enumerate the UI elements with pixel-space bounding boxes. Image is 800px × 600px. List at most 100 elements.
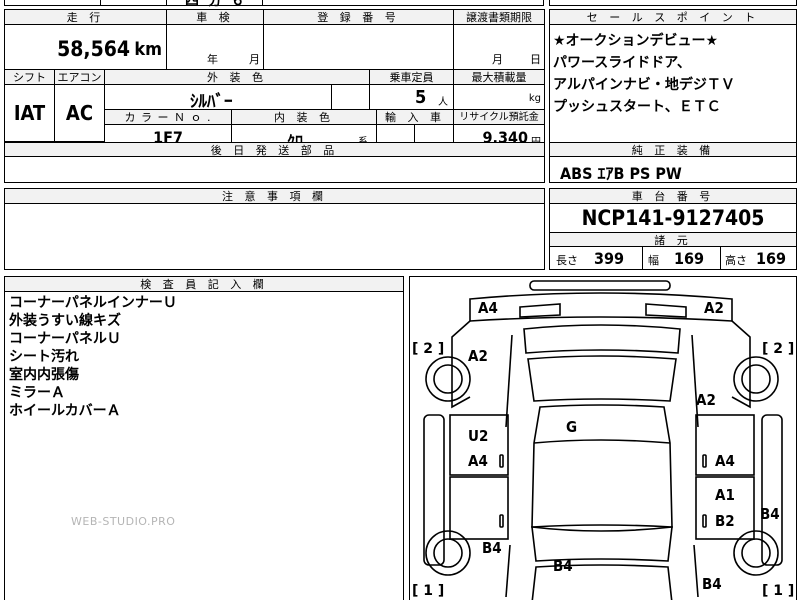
inspector-line: ミラーＡ xyxy=(9,385,65,401)
width-value: 169 xyxy=(674,249,705,268)
mileage-value: 58,564 xyxy=(57,37,130,61)
transfer-deadline-cell: 月 日 xyxy=(454,25,544,70)
capacity-value: 5 xyxy=(415,87,427,108)
damage-code: A4 xyxy=(468,452,488,470)
top-row-right-strip xyxy=(549,0,797,6)
max-load-header: 最大積載量 xyxy=(454,70,544,85)
a-pillar-left xyxy=(505,334,513,428)
mileage-unit: km xyxy=(134,39,162,60)
registration-cell xyxy=(264,25,454,70)
selling-points-list: ★オークションデビュー★ パワースライドドア、 アルパインナビ・地デジＴＶ プッ… xyxy=(553,30,735,118)
front-bumper-outline xyxy=(529,280,671,291)
selling-point: パワースライドドア、 xyxy=(553,55,691,71)
selling-point: アルパインナビ・地デジＴＶ xyxy=(553,77,735,93)
front-panel-outline xyxy=(469,292,733,322)
damage-code: A2 xyxy=(696,391,716,409)
specs-row: 長さ 399 幅 169 高さ 169 xyxy=(550,247,796,269)
exterior-color-header: 外 装 色 xyxy=(105,70,370,85)
damage-diagram-box: A4 A2 A2 A2 G U2 A4 A4 A1 B2 B4 B4 B4 B4… xyxy=(409,276,797,600)
inspection-cell: 年 月 xyxy=(167,25,264,70)
selling-point: プッシュスタート、ＥＴＣ xyxy=(553,99,721,115)
top-row-divider xyxy=(166,0,167,6)
inspector-line: ホイールカバーＡ xyxy=(9,403,121,419)
top-row-divider xyxy=(100,0,101,6)
door-handle xyxy=(702,514,707,528)
bracket-marker: [ 1 ] xyxy=(762,583,795,599)
damage-code: B4 xyxy=(760,505,780,523)
length-label: 長さ xyxy=(556,254,578,267)
wheel-rear-left xyxy=(425,530,471,576)
inspector-notes: コーナーパネルインナーＵ 外装うすい線キズ コーナーパネルＵ シート汚れ 室内内… xyxy=(9,294,177,420)
transfer-day-label: 日 xyxy=(530,53,541,66)
length-value: 399 xyxy=(594,249,625,268)
damage-code: A4 xyxy=(478,299,498,317)
shift-value: IAT xyxy=(5,85,55,142)
wheel-front-right xyxy=(733,356,779,402)
capacity-cell: 5 人 xyxy=(370,85,454,110)
genuine-equipment-header: 純 正 装 備 xyxy=(550,142,796,157)
vehicle-info-table: 走 行 車 検 登 録 番 号 譲渡書類期限 58,564 km 年 月 月 日… xyxy=(4,9,545,183)
selling-points-header: セ ー ル ス ポ イ ン ト xyxy=(550,10,796,25)
max-load-cell: kg xyxy=(454,85,544,110)
bracket-marker: [ 2 ] xyxy=(762,341,795,357)
watermark: WEB-STUDIO.PRO xyxy=(71,515,176,528)
genuine-equipment-value: ABS ｴｱB PS PW xyxy=(560,164,682,183)
door-handle xyxy=(499,514,504,528)
damage-code: B2 xyxy=(715,512,735,530)
wheel-front-left xyxy=(425,356,471,402)
aircon-value: AC xyxy=(55,85,105,142)
bracket-marker: [ 1 ] xyxy=(412,583,445,599)
damage-code: A2 xyxy=(468,347,488,365)
damage-code: B4 xyxy=(702,575,722,593)
shift-header: シフト xyxy=(5,70,55,85)
exterior-color-cell: ｼﾙﾊﾞｰ xyxy=(105,85,332,112)
color-no-header: カ ラ ー Ｎ ｏ . xyxy=(105,110,232,125)
wheel-rear-right xyxy=(733,530,779,576)
registration-header: 登 録 番 号 xyxy=(264,10,454,25)
chassis-header: 車 台 番 号 xyxy=(550,189,796,204)
aircon-header: エアコン xyxy=(55,70,105,85)
height-label: 高さ xyxy=(725,254,747,267)
inspector-line: コーナーパネルインナーＵ xyxy=(9,295,177,311)
top-row-divider xyxy=(262,0,263,6)
specs-header: 諸 元 xyxy=(550,232,796,247)
damage-code: U2 xyxy=(468,427,489,445)
mileage-header: 走 行 xyxy=(5,10,167,25)
recycle-header: リサイクル預託金 xyxy=(454,110,544,125)
exterior-color-value: ｼﾙﾊﾞｰ xyxy=(190,92,233,112)
mileage-cell: 58,564 km xyxy=(5,25,167,70)
headlight-left xyxy=(519,303,561,318)
rear-window-outline xyxy=(531,526,673,562)
width-label: 幅 xyxy=(648,254,659,267)
windshield-outline xyxy=(527,355,677,402)
damage-code: A1 xyxy=(715,486,735,504)
damage-code: G xyxy=(566,418,578,436)
a-pillar-right xyxy=(691,334,699,428)
spec-divider xyxy=(720,247,721,269)
door-handle xyxy=(702,454,707,468)
inspection-year-label: 年 xyxy=(207,53,218,66)
damage-code: A4 xyxy=(715,452,735,470)
headlight-right xyxy=(645,303,687,318)
capacity-header: 乗車定員 xyxy=(370,70,454,85)
max-load-unit: kg xyxy=(528,93,541,104)
inspector-line: コーナーパネルＵ xyxy=(9,331,121,347)
transfer-month-label: 月 xyxy=(492,53,503,66)
damage-code: B4 xyxy=(553,557,573,575)
exterior-color-extra-cell xyxy=(332,85,370,110)
inspector-line: 室内内張傷 xyxy=(9,367,79,383)
inspector-box: 検 査 員 記 入 欄 コーナーパネルインナーＵ 外装うすい線キズ コーナーパネ… xyxy=(4,276,404,600)
transfer-deadline-header: 譲渡書類期限 xyxy=(454,10,544,25)
selling-points-box: セ ー ル ス ポ イ ン ト ★オークションデビュー★ パワースライドドア、 … xyxy=(549,9,797,183)
damage-code: B4 xyxy=(482,539,502,557)
inspector-header: 検 査 員 記 入 欄 xyxy=(5,277,403,292)
damage-code: A2 xyxy=(704,299,724,317)
inspection-header: 車 検 xyxy=(167,10,264,25)
hood-outline xyxy=(523,324,681,354)
notes-header: 注 意 事 項 欄 xyxy=(5,189,544,204)
roof-outline xyxy=(531,404,673,528)
selling-point: ★オークションデビュー★ xyxy=(553,33,719,49)
inspector-line: 外装うすい線キズ xyxy=(9,313,121,329)
door-handle xyxy=(499,454,504,468)
inspection-month-label: 月 xyxy=(249,53,260,66)
